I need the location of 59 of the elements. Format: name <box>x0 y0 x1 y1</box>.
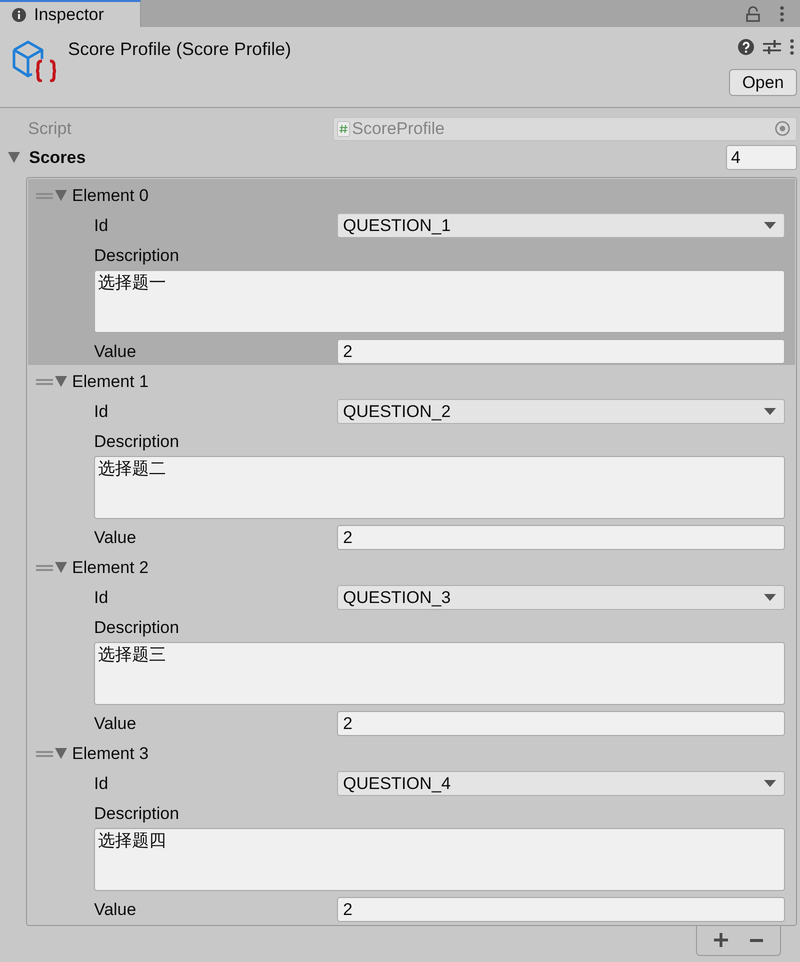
asset-title: Score Profile (Score Profile) <box>68 39 292 59</box>
plus-icon <box>714 933 728 947</box>
kebab-menu-icon[interactable] <box>780 6 784 22</box>
foldout-triangle-icon[interactable] <box>55 190 67 201</box>
field-label: Id <box>94 586 110 609</box>
id-dropdown[interactable]: QUESTION_3 <box>337 585 785 610</box>
sliders-icon[interactable] <box>763 39 781 55</box>
script-asset-icon <box>12 40 57 82</box>
field-label: Description <box>94 245 180 268</box>
description-field[interactable]: 选择题一 <box>94 270 785 333</box>
script-file-icon <box>337 120 350 136</box>
caret-icon <box>764 408 776 415</box>
field-label: Value <box>94 712 138 735</box>
scores-foldout[interactable]: Scores <box>0 149 86 166</box>
info-icon <box>12 8 26 22</box>
drag-handle-icon[interactable] <box>36 564 53 570</box>
drag-handle-icon[interactable] <box>36 378 53 384</box>
foldout-triangle-icon[interactable] <box>55 562 67 573</box>
field-label: Value <box>94 526 138 549</box>
drag-handle-icon[interactable] <box>36 750 53 756</box>
id-dropdown[interactable]: QUESTION_2 <box>337 399 785 424</box>
id-dropdown[interactable]: QUESTION_4 <box>337 771 785 796</box>
description-field[interactable]: 选择题三 <box>94 642 785 705</box>
value-field[interactable]: 2 <box>337 897 785 922</box>
field-label: Id <box>94 772 110 795</box>
field-label: Description <box>94 617 180 640</box>
drag-handle-icon[interactable] <box>36 192 53 198</box>
caret-icon <box>764 594 776 601</box>
caret-icon <box>764 222 776 229</box>
foldout-triangle-icon[interactable] <box>55 376 67 387</box>
field-label: Id <box>94 214 110 237</box>
element-foldout[interactable]: Element 1 <box>55 373 149 390</box>
value-field[interactable]: 2 <box>337 339 785 364</box>
foldout-triangle-icon[interactable] <box>55 748 67 759</box>
field-label: Description <box>94 431 180 454</box>
lock-icon[interactable] <box>746 6 760 22</box>
field-label: Value <box>94 898 138 921</box>
field-label: Description <box>94 803 180 826</box>
element-foldout[interactable]: Element 3 <box>55 745 149 762</box>
open-button[interactable]: Open <box>729 69 797 96</box>
value-field[interactable]: 2 <box>337 711 785 736</box>
help-icon[interactable] <box>738 39 754 55</box>
script-name: ScoreProfile <box>352 118 445 140</box>
field-label: Script <box>27 118 72 140</box>
kebab-menu-icon[interactable] <box>790 39 794 55</box>
caret-icon <box>764 780 776 787</box>
description-field[interactable]: 选择题二 <box>94 456 785 519</box>
id-dropdown[interactable]: QUESTION_1 <box>337 213 785 238</box>
list-size-field[interactable]: 4 <box>726 145 797 170</box>
field-label: Id <box>94 400 110 423</box>
element-foldout[interactable]: Element 0 <box>55 187 149 204</box>
minus-icon <box>750 938 763 942</box>
foldout-triangle-icon[interactable] <box>8 152 20 163</box>
description-field[interactable]: 选择题四 <box>94 828 785 891</box>
element-foldout[interactable]: Element 2 <box>55 559 149 576</box>
value-field[interactable]: 2 <box>337 525 785 550</box>
inspector-tab[interactable]: Inspector <box>0 0 141 27</box>
list-element[interactable]: Element 0 Id QUESTION_1 Description 选择题一 Value 2 <box>28 179 795 365</box>
field-label: Value <box>94 340 138 363</box>
